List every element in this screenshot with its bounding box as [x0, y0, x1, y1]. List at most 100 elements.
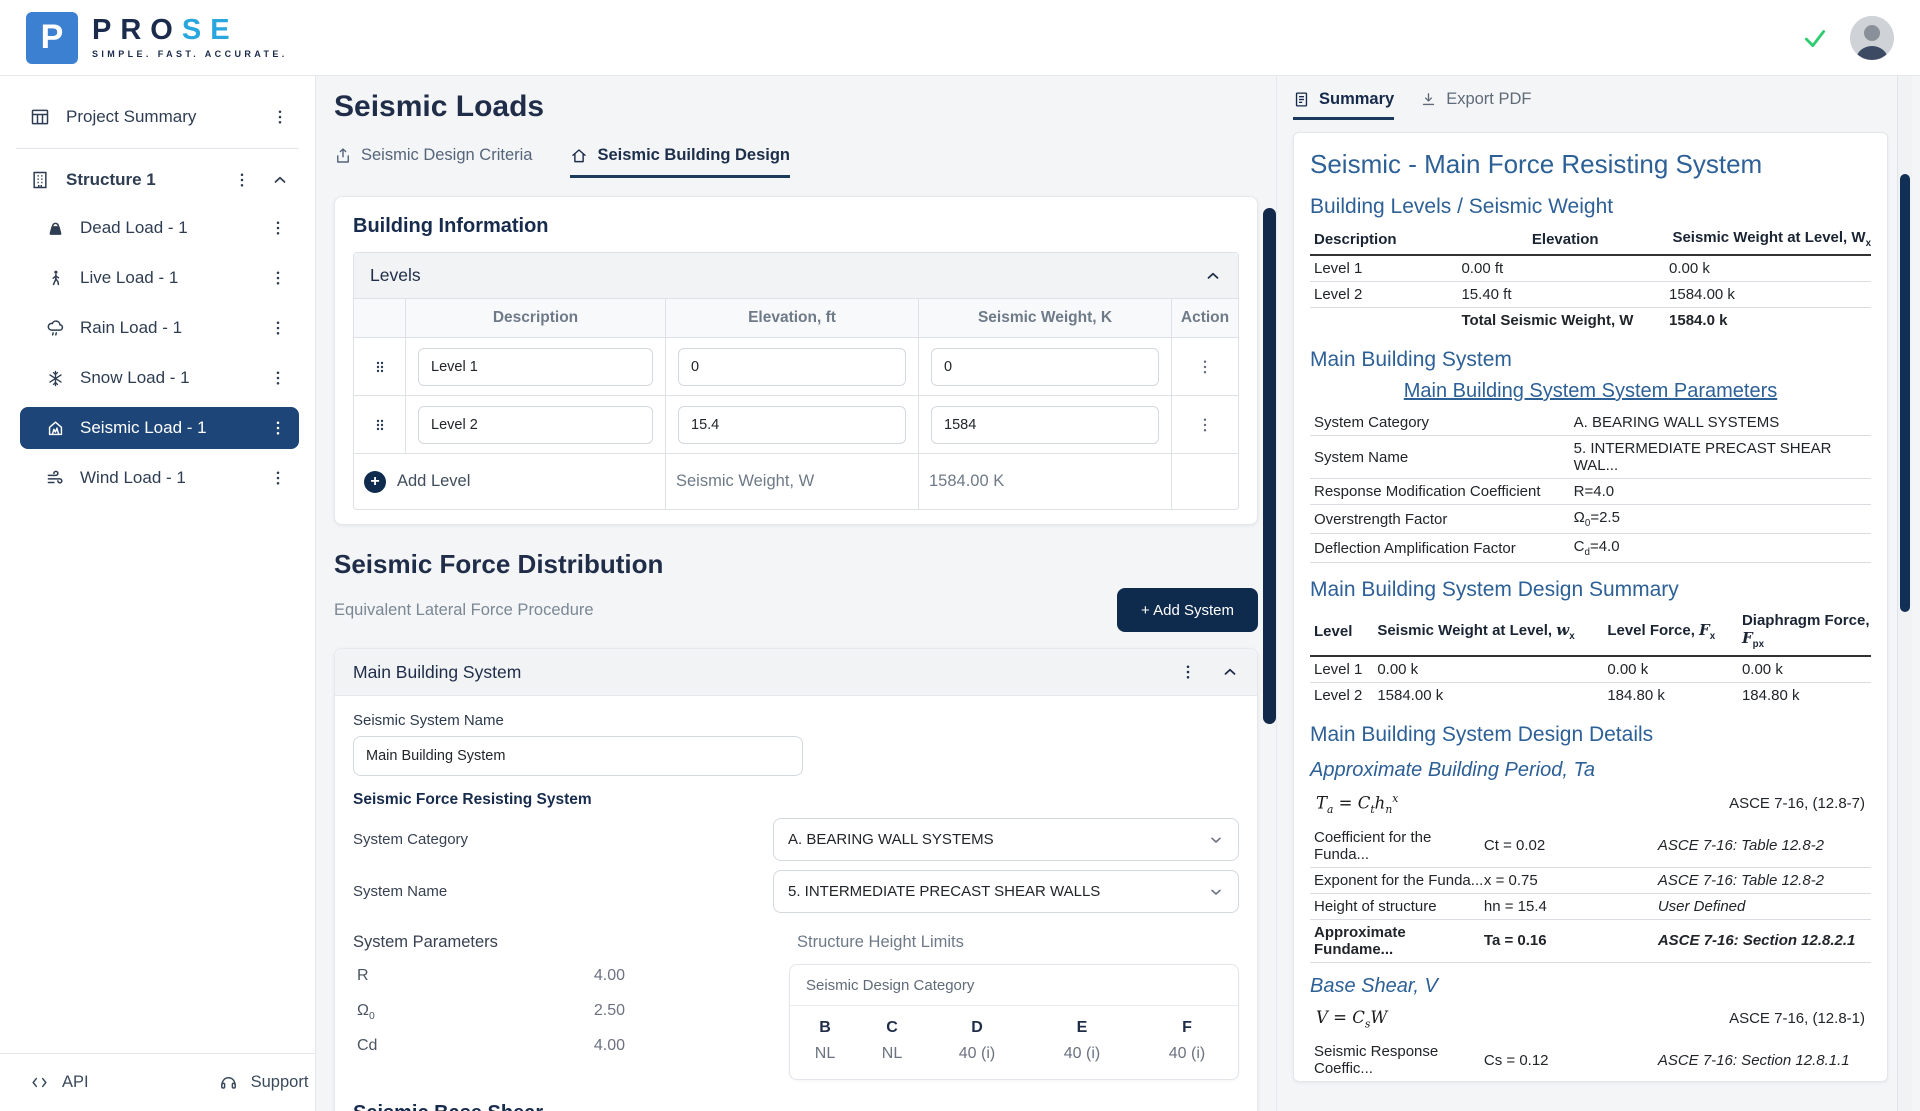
logo-letter: O [150, 16, 182, 45]
table-row: System CategoryA. BEARING WALL SYSTEMS [1310, 410, 1871, 436]
support-link[interactable]: Support [219, 1073, 309, 1092]
base-shear-formula: V = CsW [1316, 1008, 1387, 1030]
building-information-card: Building Information Levels Description … [334, 196, 1258, 525]
sidebar-item-label: Live Load - 1 [80, 268, 269, 288]
tab-label: Summary [1319, 90, 1394, 109]
kebab-menu-icon[interactable] [1179, 663, 1197, 681]
column-header-weight: Seismic Weight, K [919, 299, 1172, 337]
rain-cloud-icon [46, 319, 65, 338]
sdc-value: 40 (i) [1134, 1037, 1240, 1079]
sidebar-item-structure-1[interactable]: Structure 1 [0, 157, 315, 203]
column-header-description: Description [406, 299, 666, 337]
row-kebab-icon[interactable] [1172, 395, 1238, 453]
drag-handle-icon[interactable] [354, 395, 406, 453]
system-parameters-table: System CategoryA. BEARING WALL SYSTEMS S… [1310, 410, 1871, 563]
kebab-menu-icon[interactable] [269, 369, 287, 387]
kebab-menu-icon[interactable] [269, 469, 287, 487]
drag-handle-icon[interactable] [354, 337, 406, 395]
support-label: Support [251, 1073, 309, 1092]
sidebar-item-wind-load[interactable]: Wind Load - 1 [20, 457, 299, 499]
chevron-up-icon[interactable] [1204, 267, 1222, 285]
kebab-menu-icon[interactable] [233, 171, 251, 189]
main-scrollbar-thumb[interactable] [1263, 208, 1276, 724]
kebab-menu-icon[interactable] [269, 419, 287, 437]
seismic-system-name-label: Seismic System Name [353, 712, 1239, 729]
home-icon [570, 147, 588, 165]
top-bar: P PROSE SIMPLE. FAST. ACCURATE. [0, 0, 1920, 76]
kebab-menu-icon[interactable] [269, 269, 287, 287]
sidebar-item-label: Structure 1 [66, 170, 233, 190]
sdc-category: F [1134, 1006, 1240, 1037]
project-sidebar: Project Summary Structure 1 [0, 76, 316, 1111]
sdc-value: 40 (i) [1030, 1037, 1134, 1079]
level-description-input[interactable] [418, 406, 653, 444]
sidebar-item-label: Snow Load - 1 [80, 368, 269, 388]
kebab-menu-icon[interactable] [269, 219, 287, 237]
level-description-input[interactable] [418, 348, 653, 386]
structure-height-limits-label: Structure Height Limits [789, 933, 1239, 952]
table-row: Height of structurehn = 15.4User Defined [1310, 893, 1871, 919]
api-link[interactable]: API [30, 1073, 89, 1092]
prose-logo-badge: P [26, 12, 78, 64]
sidebar-item-live-load[interactable]: Live Load - 1 [20, 257, 299, 299]
row-kebab-icon[interactable] [1172, 337, 1238, 395]
level-elevation-input[interactable] [678, 406, 906, 444]
kebab-menu-icon[interactable] [269, 319, 287, 337]
level-weight-input[interactable] [931, 348, 1159, 386]
levels-heading: Building Levels / Seismic Weight [1310, 195, 1871, 219]
add-level-button[interactable]: + Add Level [354, 453, 666, 509]
tab-summary[interactable]: Summary [1293, 90, 1394, 120]
window-scrollbar-thumb[interactable] [1900, 174, 1910, 612]
level-elevation-input[interactable] [678, 348, 906, 386]
export-share-icon [334, 147, 352, 165]
system-parameters-link[interactable]: Main Building System System Parameters [1310, 380, 1871, 403]
sidebar-item-seismic-load[interactable]: Seismic Load - 1 [20, 407, 299, 449]
user-avatar[interactable] [1850, 16, 1894, 60]
snowflake-icon [46, 369, 65, 388]
main-building-system-label: Main Building System [353, 662, 521, 683]
sidebar-item-project-summary[interactable]: Project Summary [0, 94, 315, 140]
chevron-down-icon [1208, 832, 1224, 848]
table-row: Level 1 0.00 ft 0.00 k [1310, 255, 1871, 282]
system-category-select[interactable]: A. BEARING WALL SYSTEMS [773, 818, 1239, 861]
seismic-system-name-input[interactable] [353, 736, 803, 776]
sidebar-footer: API Support [0, 1053, 315, 1111]
system-category-label: System Category [353, 831, 773, 848]
logo-letter: E [210, 16, 238, 45]
tab-seismic-building-design[interactable]: Seismic Building Design [570, 146, 790, 178]
sidebar-item-rain-load[interactable]: Rain Load - 1 [20, 307, 299, 349]
column-header-drag [354, 299, 406, 337]
building-information-title: Building Information [353, 215, 1239, 238]
system-name-label: System Name [353, 883, 773, 900]
sidebar-item-label: Wind Load - 1 [80, 468, 269, 488]
project-summary-icon [30, 107, 50, 127]
sdc-value: NL [790, 1037, 860, 1079]
add-system-button[interactable]: + Add System [1117, 588, 1258, 632]
sidebar-item-label: Rain Load - 1 [80, 318, 269, 338]
logo-letter: R [120, 16, 150, 45]
kebab-menu-icon[interactable] [271, 108, 289, 126]
summary-report: Seismic - Main Force Resisting System Bu… [1293, 132, 1888, 1082]
tab-seismic-design-criteria[interactable]: Seismic Design Criteria [334, 146, 532, 178]
prose-wordmark: PROSE [92, 16, 288, 45]
main-building-system-header[interactable]: Main Building System [335, 649, 1257, 696]
document-icon [1293, 91, 1310, 108]
seismic-weight-total-label: Seismic Weight, W [666, 453, 919, 509]
tab-label: Seismic Design Criteria [361, 146, 532, 165]
sidebar-item-snow-load[interactable]: Snow Load - 1 [20, 357, 299, 399]
logo-letter: P [92, 16, 120, 45]
export-pdf-button[interactable]: Export PDF [1420, 90, 1531, 120]
sfrs-label: Seismic Force Resisting System [353, 791, 1239, 809]
system-name-select[interactable]: 5. INTERMEDIATE PRECAST SHEAR WALLS [773, 870, 1239, 913]
window-scrollbar[interactable] [1897, 76, 1912, 1111]
prose-logo: P PROSE SIMPLE. FAST. ACCURATE. [26, 12, 288, 64]
sidebar-item-dead-load[interactable]: Dead Load - 1 [20, 207, 299, 249]
param-row-r: R 4.00 [353, 967, 625, 987]
download-icon [1420, 91, 1437, 108]
levels-section-header[interactable]: Levels [354, 253, 1238, 299]
chevron-up-icon[interactable] [1221, 663, 1239, 681]
level-weight-input[interactable] [931, 406, 1159, 444]
report-title: Seismic - Main Force Resisting System [1310, 149, 1871, 180]
param-row-omega: Ω0 2.50 [353, 1002, 625, 1022]
chevron-up-icon[interactable] [271, 171, 289, 189]
